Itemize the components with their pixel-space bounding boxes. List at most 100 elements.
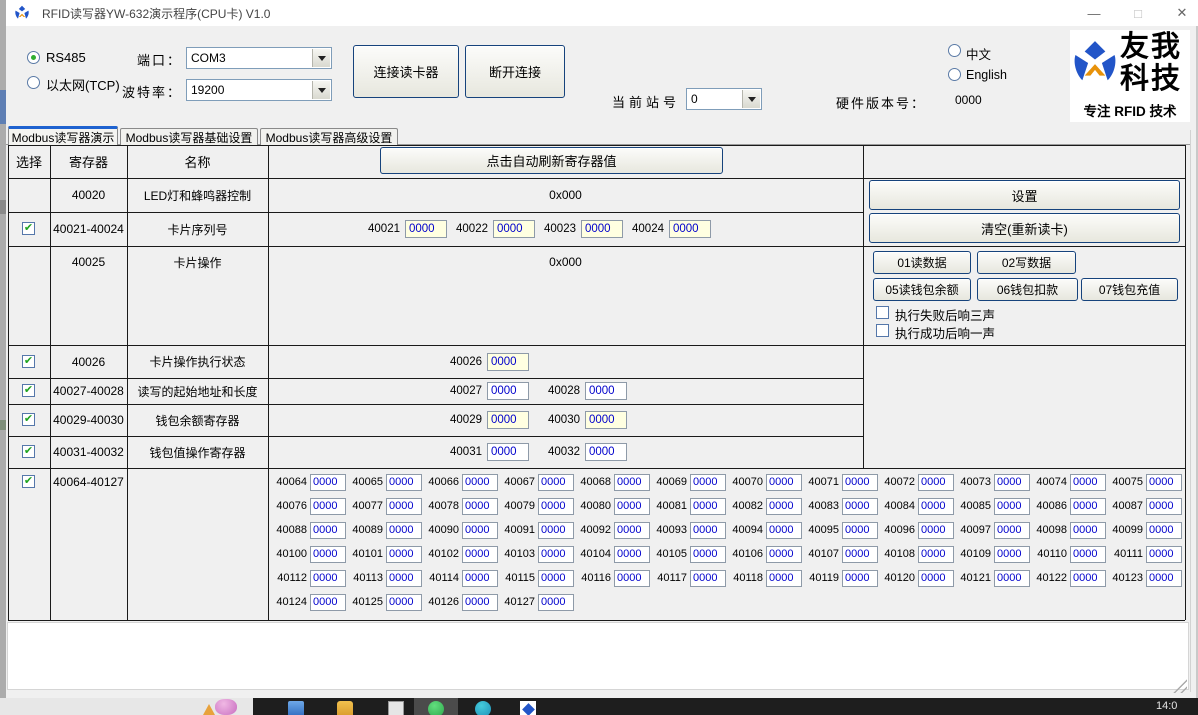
register-value-input[interactable]: [538, 498, 574, 515]
register-value-input[interactable]: [1070, 474, 1106, 491]
chevron-down-icon[interactable]: [312, 81, 330, 99]
wallet-deduct-button[interactable]: 06钱包扣款: [977, 278, 1078, 301]
register-value-input[interactable]: [462, 498, 498, 515]
register-value-input[interactable]: [690, 546, 726, 563]
register-value-input[interactable]: [310, 594, 346, 611]
register-value-input[interactable]: [690, 474, 726, 491]
register-value-input[interactable]: [994, 546, 1030, 563]
register-value-input[interactable]: [918, 498, 954, 515]
register-value-input[interactable]: [842, 522, 878, 539]
row-checkbox[interactable]: ✔: [22, 355, 35, 368]
register-value-input[interactable]: [585, 382, 627, 400]
register-value-input[interactable]: [766, 498, 802, 515]
register-value-input[interactable]: [405, 220, 447, 238]
register-value-input[interactable]: [487, 443, 529, 461]
wallet-recharge-button[interactable]: 07钱包充值: [1081, 278, 1178, 301]
register-value-input[interactable]: [538, 522, 574, 539]
minimize-button[interactable]: —: [1072, 0, 1116, 26]
tab-modbus-demo[interactable]: Modbus读写器演示: [8, 126, 118, 145]
register-value-input[interactable]: [462, 546, 498, 563]
taskbar-folder-icon[interactable]: [337, 701, 353, 715]
station-select[interactable]: 0: [686, 88, 762, 110]
row-checkbox[interactable]: ✔: [22, 413, 35, 426]
register-value-input[interactable]: [538, 546, 574, 563]
register-value-input[interactable]: [585, 411, 627, 429]
beep-on-success-checkbox[interactable]: [876, 324, 889, 337]
register-value-input[interactable]: [538, 594, 574, 611]
tab-modbus-advanced-settings[interactable]: Modbus读写器高级设置: [260, 128, 398, 145]
register-value-input[interactable]: [310, 498, 346, 515]
register-value-input[interactable]: [493, 220, 535, 238]
beep-on-fail-checkbox[interactable]: [876, 306, 889, 319]
register-value-input[interactable]: [462, 474, 498, 491]
register-value-input[interactable]: [487, 353, 529, 371]
taskbar-file-icon[interactable]: [388, 701, 404, 715]
port-select[interactable]: COM3: [186, 47, 332, 69]
register-value-input[interactable]: [462, 594, 498, 611]
taskbar-blue-app-icon[interactable]: [520, 701, 536, 715]
taskbar-teal-circle-icon[interactable]: [475, 701, 491, 715]
baud-select[interactable]: 19200: [186, 79, 332, 101]
chevron-down-icon[interactable]: [742, 90, 760, 108]
register-value-input[interactable]: [690, 570, 726, 587]
register-value-input[interactable]: [614, 474, 650, 491]
register-value-input[interactable]: [669, 220, 711, 238]
register-value-input[interactable]: [1146, 522, 1182, 539]
register-value-input[interactable]: [918, 546, 954, 563]
register-value-input[interactable]: [766, 546, 802, 563]
register-value-input[interactable]: [1146, 570, 1182, 587]
register-value-input[interactable]: [766, 474, 802, 491]
register-value-input[interactable]: [614, 522, 650, 539]
register-value-input[interactable]: [690, 522, 726, 539]
close-button[interactable]: ✕: [1160, 0, 1198, 26]
row-checkbox[interactable]: ✔: [22, 475, 35, 488]
register-value-input[interactable]: [614, 498, 650, 515]
clear-reread-button[interactable]: 清空(重新读卡): [869, 213, 1180, 243]
write-data-button[interactable]: 02写数据: [977, 251, 1076, 274]
register-value-input[interactable]: [994, 474, 1030, 491]
settings-button[interactable]: 设置: [869, 180, 1180, 210]
register-value-input[interactable]: [918, 474, 954, 491]
register-value-input[interactable]: [386, 594, 422, 611]
register-value-input[interactable]: [690, 498, 726, 515]
register-value-input[interactable]: [310, 546, 346, 563]
register-value-input[interactable]: [614, 546, 650, 563]
register-value-input[interactable]: [766, 522, 802, 539]
auto-refresh-button[interactable]: 点击自动刷新寄存器值: [380, 147, 723, 174]
register-value-input[interactable]: [842, 570, 878, 587]
register-value-input[interactable]: [386, 474, 422, 491]
tab-modbus-basic-settings[interactable]: Modbus读写器基础设置: [120, 128, 258, 145]
register-value-input[interactable]: [538, 570, 574, 587]
radio-rs485[interactable]: [27, 51, 40, 64]
register-value-input[interactable]: [462, 522, 498, 539]
radio-tcp[interactable]: [27, 76, 40, 89]
register-value-input[interactable]: [994, 522, 1030, 539]
register-value-input[interactable]: [842, 474, 878, 491]
register-value-input[interactable]: [994, 570, 1030, 587]
register-value-input[interactable]: [994, 498, 1030, 515]
register-value-input[interactable]: [386, 498, 422, 515]
connect-button[interactable]: 连接读卡器: [353, 45, 459, 98]
read-data-button[interactable]: 01读数据: [873, 251, 971, 274]
register-value-input[interactable]: [766, 570, 802, 587]
register-value-input[interactable]: [487, 411, 529, 429]
row-checkbox[interactable]: ✔: [22, 222, 35, 235]
register-value-input[interactable]: [1146, 546, 1182, 563]
register-value-input[interactable]: [310, 474, 346, 491]
register-value-input[interactable]: [386, 522, 422, 539]
taskbar-green-circle-icon[interactable]: [428, 701, 444, 715]
register-value-input[interactable]: [918, 522, 954, 539]
register-value-input[interactable]: [310, 522, 346, 539]
register-value-input[interactable]: [538, 474, 574, 491]
register-value-input[interactable]: [462, 570, 498, 587]
register-value-input[interactable]: [842, 546, 878, 563]
register-value-input[interactable]: [1070, 570, 1106, 587]
chevron-down-icon[interactable]: [312, 49, 330, 67]
register-value-input[interactable]: [1070, 546, 1106, 563]
register-value-input[interactable]: [1146, 474, 1182, 491]
taskbar-window-icon[interactable]: [288, 701, 304, 715]
register-value-input[interactable]: [310, 570, 346, 587]
radio-english[interactable]: [948, 68, 961, 81]
register-value-input[interactable]: [1070, 522, 1106, 539]
register-value-input[interactable]: [1070, 498, 1106, 515]
